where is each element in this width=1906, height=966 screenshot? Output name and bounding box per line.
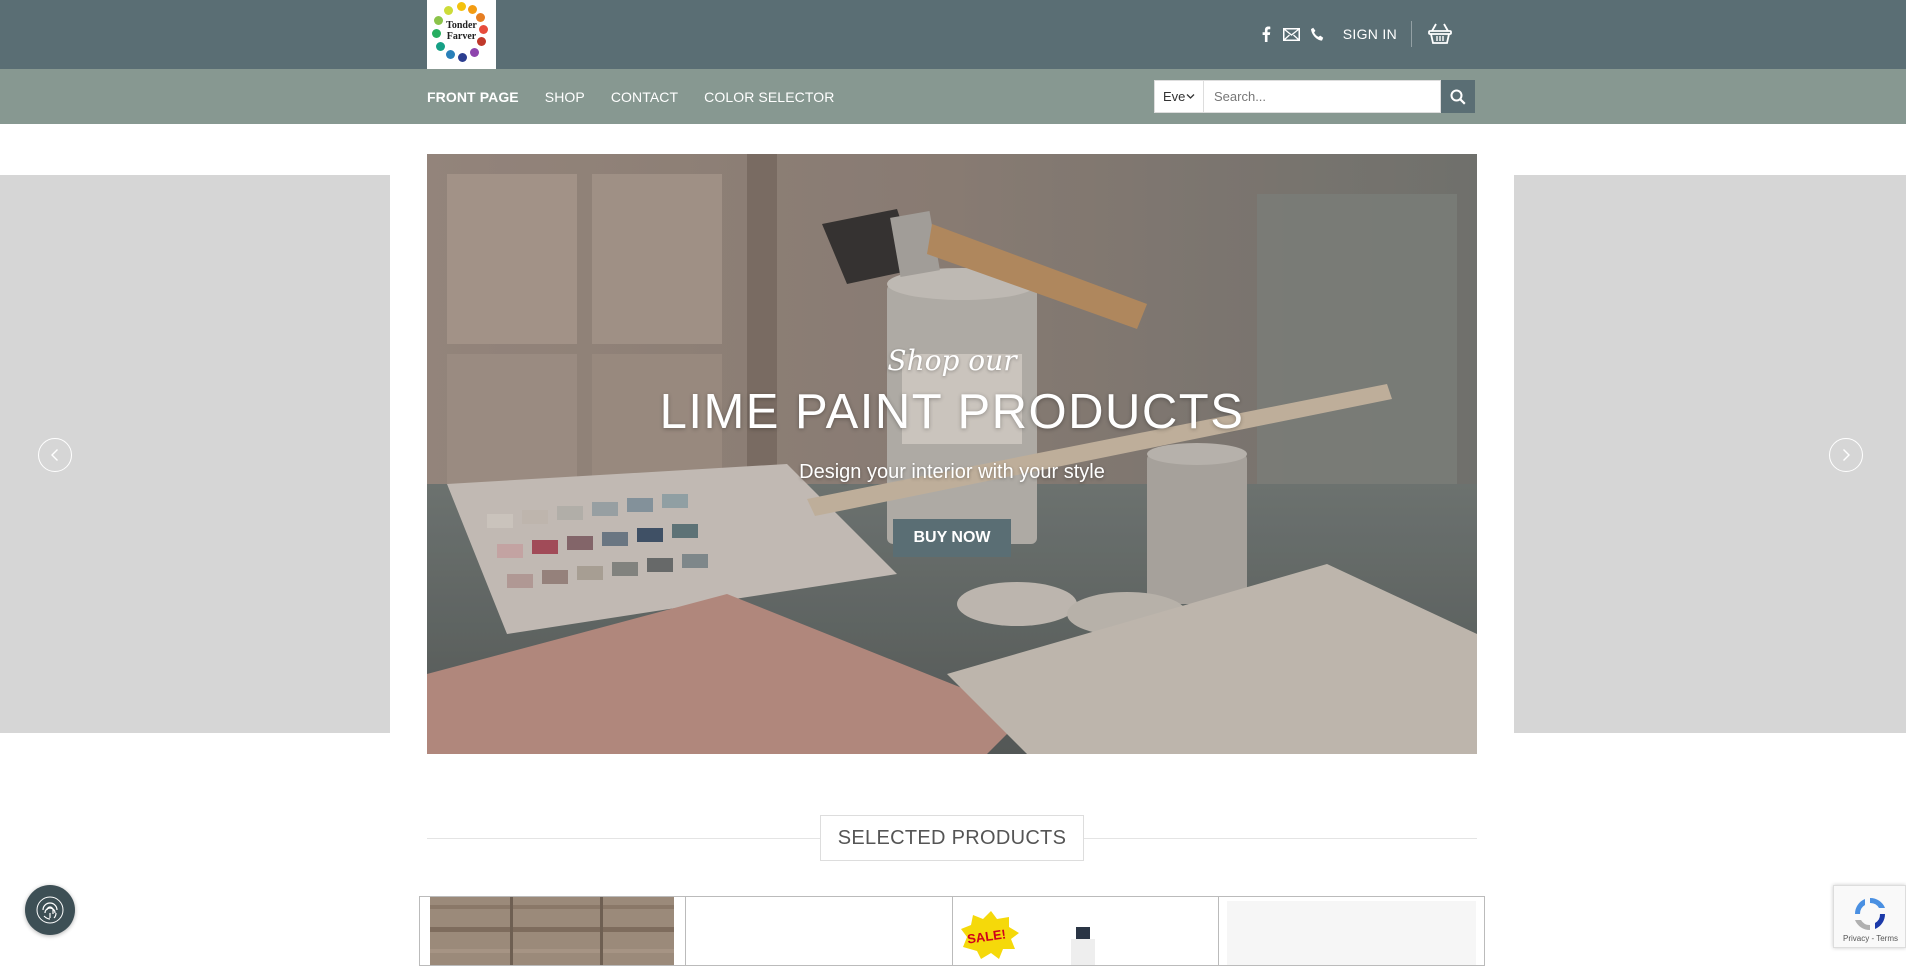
phone-icon[interactable] — [1305, 20, 1331, 48]
product-image — [430, 897, 674, 965]
section-title: SELECTED PRODUCTS — [820, 815, 1084, 861]
nav-bar: FRONT PAGE SHOP CONTACT COLOR SELECTOR — [0, 69, 1906, 124]
product-image — [1226, 901, 1476, 965]
nav-front-page[interactable]: FRONT PAGE — [427, 89, 519, 105]
nav-contact[interactable]: CONTACT — [611, 89, 678, 105]
fingerprint-icon[interactable] — [25, 885, 75, 935]
product-card[interactable]: SALE! — [953, 897, 1219, 965]
nav-shop[interactable]: SHOP — [545, 89, 585, 105]
search-category-select[interactable]: Eve — [1154, 80, 1204, 113]
product-card[interactable] — [1219, 897, 1484, 965]
search-icon[interactable] — [1441, 80, 1475, 113]
buy-now-button[interactable]: BUY NOW — [893, 519, 1011, 557]
recaptcha-icon — [1854, 897, 1886, 931]
chevron-right-icon[interactable] — [1829, 438, 1863, 472]
email-icon[interactable] — [1279, 20, 1305, 48]
search-form: Eve — [1154, 80, 1475, 113]
product-grid: SALE! — [419, 896, 1485, 966]
divider — [1411, 21, 1412, 47]
top-bar: Tonder Farver SIGN IN — [0, 0, 1906, 69]
product-card[interactable] — [686, 897, 953, 965]
nav-color-selector[interactable]: COLOR SELECTOR — [704, 89, 834, 105]
hero-background-image — [427, 154, 1477, 754]
recaptcha-links[interactable]: Privacy - Terms — [1834, 934, 1906, 943]
basket-icon[interactable] — [1426, 20, 1454, 48]
sign-in-link[interactable]: SIGN IN — [1343, 26, 1397, 42]
chevron-down-icon — [1186, 94, 1195, 99]
hero-pretitle: Shop our — [887, 344, 1017, 377]
logo[interactable]: Tonder Farver — [427, 0, 496, 69]
search-input[interactable] — [1204, 80, 1441, 113]
chevron-left-icon[interactable] — [38, 438, 72, 472]
product-bottle-image — [1070, 927, 1095, 965]
recaptcha-badge[interactable]: Privacy - Terms — [1833, 885, 1906, 948]
hero-title: LIME PAINT PRODUCTS — [659, 385, 1245, 439]
search-category-value: Eve — [1163, 89, 1186, 104]
facebook-icon[interactable] — [1253, 20, 1279, 48]
hero-subtitle: Design your interior with your style — [799, 461, 1105, 483]
product-card[interactable] — [420, 897, 687, 965]
hero-slide: Shop our LIME PAINT PRODUCTS Design your… — [427, 154, 1477, 754]
logo-text: Tonder Farver — [446, 20, 477, 42]
